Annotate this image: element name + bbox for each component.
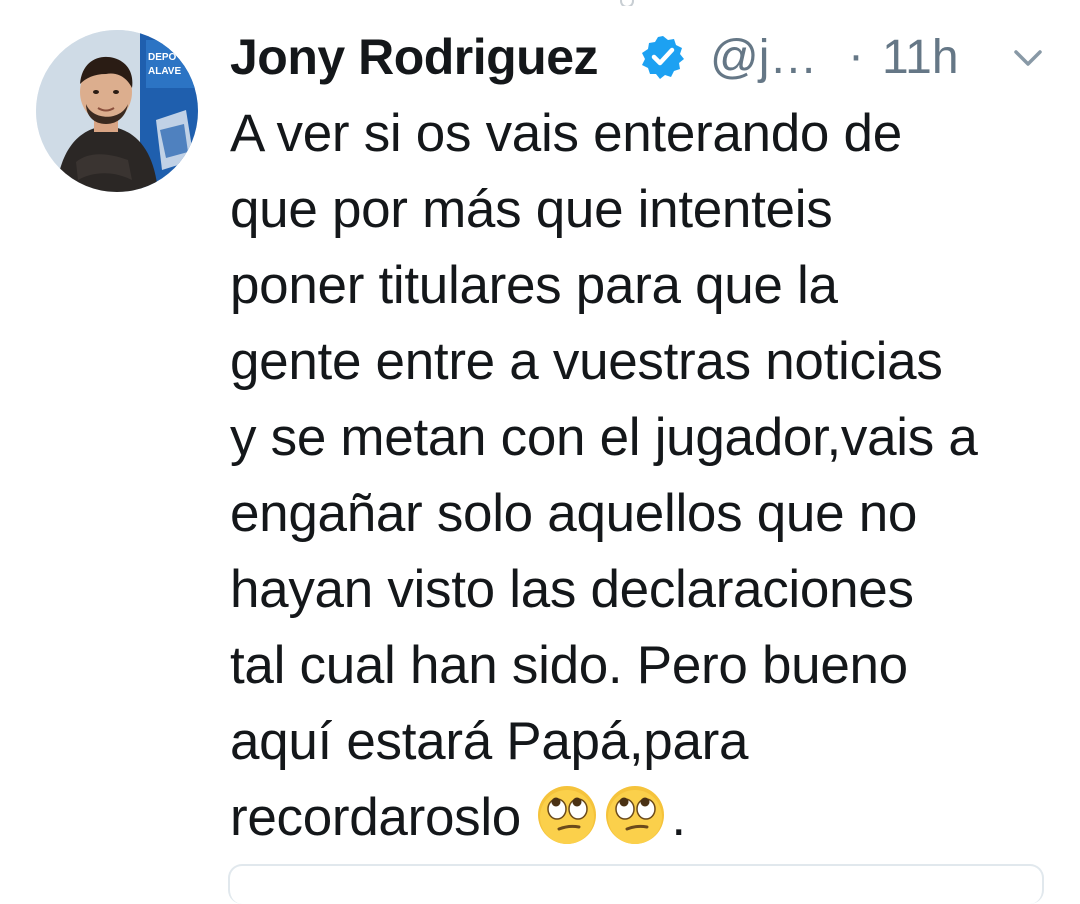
tweet-header: Jony Rodriguez @j… · 11h: [230, 22, 1050, 94]
tweet-text: A ver si os vais enterando de que por má…: [230, 96, 1060, 856]
tweet[interactable]: DEPO ALAVE Jony Rodriguez @j… · 11h A ve…: [0, 0, 1080, 904]
avatar-badge-text-1: DEPO: [148, 52, 177, 63]
chevron-down-icon[interactable]: [1008, 40, 1048, 76]
tweet-text-end: .: [671, 788, 686, 847]
tweet-timestamp[interactable]: 11h: [882, 30, 959, 85]
avatar[interactable]: DEPO ALAVE: [36, 30, 198, 192]
face-with-rolling-eyes-icon: [603, 783, 667, 847]
avatar-badge-text-2: ALAVE: [148, 66, 181, 77]
author-display-name[interactable]: Jony Rodriguez: [230, 28, 599, 86]
header-separator: ·: [848, 29, 864, 82]
author-handle[interactable]: @j…: [710, 30, 817, 85]
tweet-body-text: A ver si os vais enterando de que por má…: [230, 104, 978, 847]
face-with-rolling-eyes-icon: [535, 783, 599, 847]
avatar-image: DEPO ALAVE: [36, 30, 198, 192]
quoted-card[interactable]: [228, 864, 1044, 904]
verified-badge-icon: [640, 34, 686, 80]
